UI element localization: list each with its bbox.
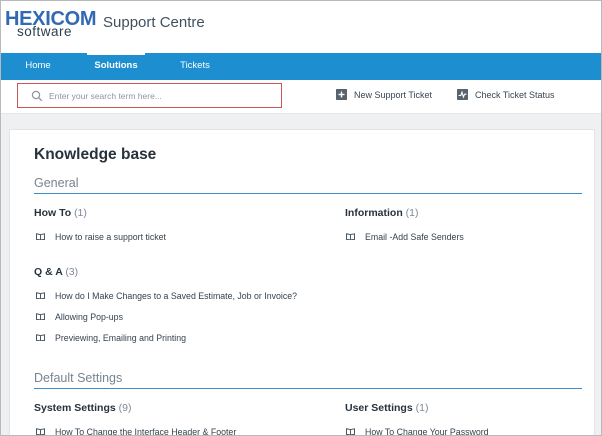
section-divider <box>34 193 582 194</box>
new-support-ticket-button[interactable]: New Support Ticket <box>336 89 432 103</box>
category-name: Information <box>345 207 403 219</box>
article-link[interactable]: How do I Make Changes to a Saved Estimat… <box>36 290 297 302</box>
site-title: Support Centre <box>103 14 205 31</box>
new-support-ticket-label: New Support Ticket <box>354 90 433 100</box>
category-name: System Settings <box>34 402 116 414</box>
book-icon <box>36 233 45 240</box>
nav-solutions[interactable]: Solutions <box>87 53 145 80</box>
support-page: HEXICOM software Support Centre Home Sol… <box>0 0 602 436</box>
search-icon <box>31 90 43 102</box>
category-system-settings[interactable]: System Settings (9) <box>34 402 131 414</box>
book-icon <box>36 313 45 320</box>
article-link[interactable]: How To Change Your Password <box>346 426 489 435</box>
article-link[interactable]: How To Change the Interface Header & Foo… <box>36 426 236 435</box>
search-input[interactable] <box>49 88 274 104</box>
logo-subtext: software <box>17 24 73 39</box>
category-name: Q & A <box>34 266 63 278</box>
book-icon <box>36 428 45 435</box>
category-count: (1) <box>415 402 429 414</box>
nav-tickets[interactable]: Tickets <box>165 53 225 80</box>
search-box[interactable] <box>17 83 282 108</box>
category-q-and-a[interactable]: Q & A (3) <box>34 266 78 278</box>
category-user-settings[interactable]: User Settings (1) <box>345 402 428 414</box>
category-information[interactable]: Information (1) <box>345 207 419 219</box>
book-icon <box>346 233 355 240</box>
check-ticket-status-label: Check Ticket Status <box>475 90 555 100</box>
category-count: (1) <box>405 207 419 219</box>
article-link[interactable]: Email -Add Safe Senders <box>346 231 464 243</box>
section-title-default-settings: Default Settings <box>34 371 123 385</box>
site-header: HEXICOM software Support Centre <box>1 1 601 53</box>
check-ticket-status-button[interactable]: Check Ticket Status <box>457 89 555 103</box>
article-link[interactable]: Previewing, Emailing and Printing <box>36 332 186 344</box>
article-link[interactable]: Allowing Pop-ups <box>36 311 123 323</box>
toolbar: New Support Ticket Check Ticket Status <box>1 80 601 114</box>
hexicom-logo[interactable]: HEXICOM software <box>5 9 97 39</box>
category-count: (9) <box>118 402 132 414</box>
knowledge-base-card <box>9 129 595 435</box>
category-name: User Settings <box>345 402 413 414</box>
article-link[interactable]: How to raise a support ticket <box>36 231 166 243</box>
activity-icon <box>457 89 468 100</box>
book-icon <box>36 292 45 299</box>
knowledge-base-title: Knowledge base <box>34 146 157 163</box>
plus-square-icon <box>336 89 347 100</box>
section-divider <box>34 388 582 389</box>
category-name: How To <box>34 207 72 219</box>
main-nav: Home Solutions Tickets <box>1 53 601 80</box>
category-how-to[interactable]: How To (1) <box>34 207 87 219</box>
book-icon <box>346 428 355 435</box>
category-count: (1) <box>74 207 87 219</box>
section-title-general: General <box>34 176 79 190</box>
book-icon <box>36 334 45 341</box>
category-count: (3) <box>65 266 79 278</box>
nav-home[interactable]: Home <box>7 53 69 80</box>
